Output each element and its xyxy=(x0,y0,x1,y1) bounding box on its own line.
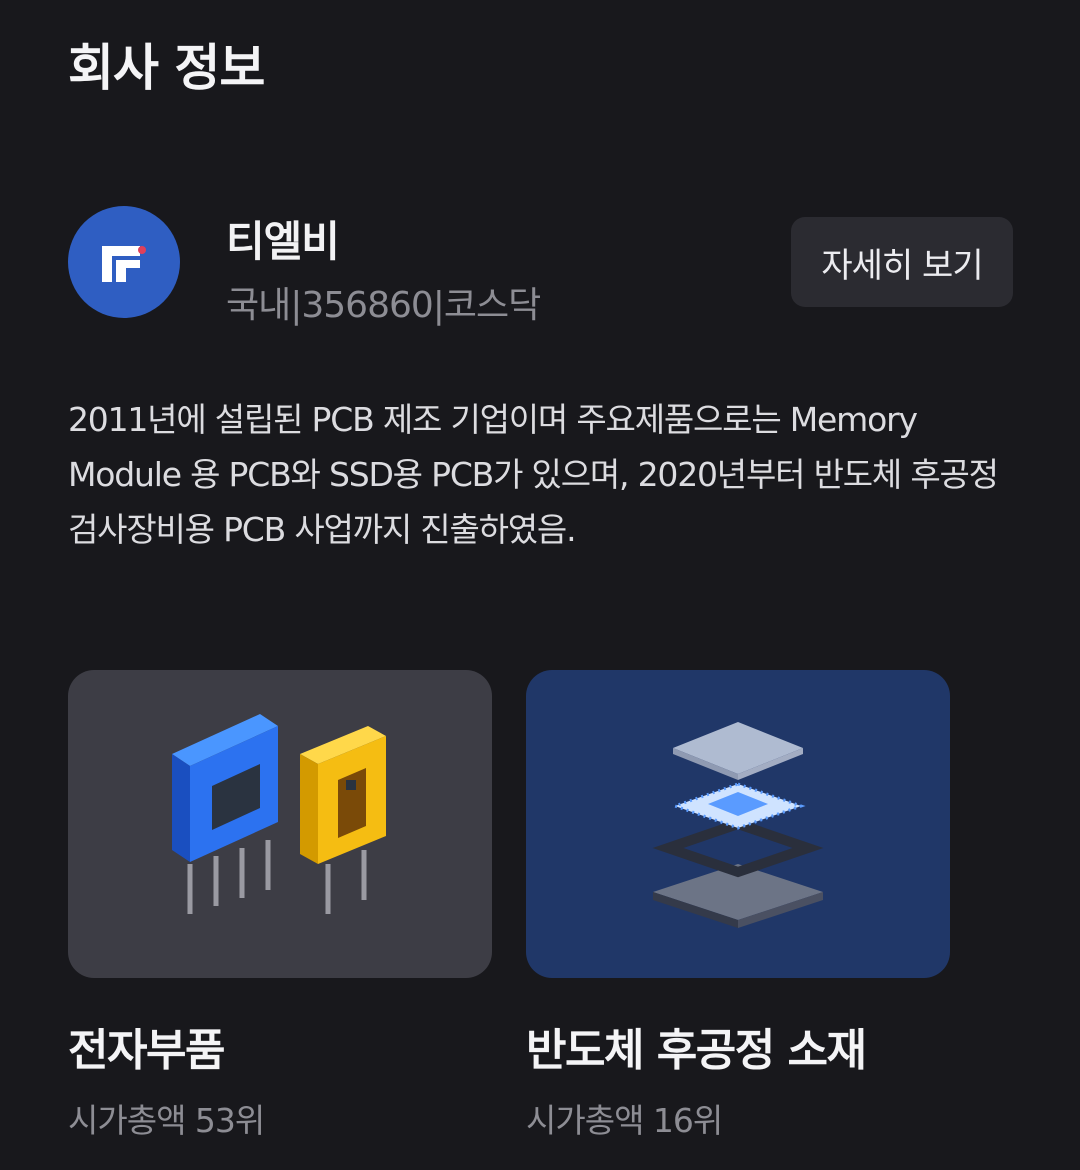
sector-card-semiconductor-packaging[interactable]: 반도체 후공정 소재 시가총액 16위 xyxy=(526,670,950,1142)
view-details-button[interactable]: 자세히 보기 xyxy=(791,217,1013,307)
sector-market-cap-rank: 시가총액 53위 xyxy=(68,1101,265,1140)
semiconductor-package-icon xyxy=(526,670,950,978)
company-info-page: 회사 정보 티엘비 국내|356860|코스닥 자세히 보기 2011년에 설립… xyxy=(0,0,1080,1170)
company-name[interactable]: 티엘비 xyxy=(226,208,340,269)
sector-card-electronic-components[interactable]: 전자부품 시가총액 53위 xyxy=(68,670,492,1142)
sector-title: 반도체 후공정 소재 xyxy=(526,1025,867,1076)
electronic-components-icon xyxy=(68,670,492,978)
company-description: 2011년에 설립된 PCB 제조 기업이며 주요제품으로는 Memory Mo… xyxy=(68,400,999,549)
sector-market-cap-rank: 시가총액 16위 xyxy=(526,1101,723,1140)
page-title: 회사 정보 xyxy=(68,39,265,97)
company-market-info: 국내|356860|코스닥 xyxy=(226,285,541,326)
sector-title: 전자부품 xyxy=(68,1025,225,1076)
company-header: 티엘비 국내|356860|코스닥 자세히 보기 xyxy=(68,206,1013,326)
tlb-logo-icon[interactable] xyxy=(68,206,180,318)
